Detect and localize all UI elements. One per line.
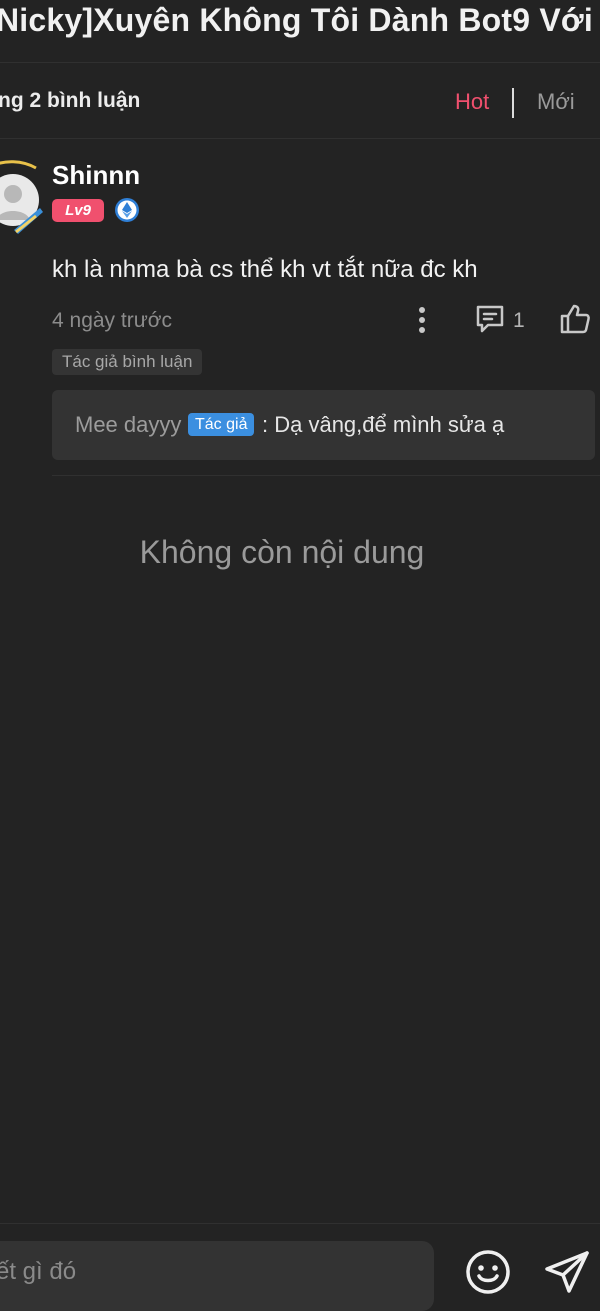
composer-divider bbox=[0, 1223, 600, 1224]
comment-timestamp: 4 ngày trước bbox=[52, 309, 173, 332]
level-badge: Lv9 bbox=[52, 199, 104, 222]
more-options-icon[interactable] bbox=[410, 304, 434, 336]
sort-separator bbox=[512, 88, 514, 118]
sort-divider bbox=[0, 138, 600, 139]
send-icon[interactable] bbox=[543, 1249, 591, 1295]
author-comment-tag: Tác giả bình luận bbox=[52, 349, 203, 375]
author-badge: Tác giả bbox=[188, 413, 255, 436]
avatar[interactable] bbox=[0, 160, 44, 236]
comment-input-placeholder: ết gì đó bbox=[0, 1258, 77, 1285]
emoji-icon[interactable] bbox=[465, 1249, 511, 1295]
header-divider bbox=[0, 62, 600, 63]
reply-icon[interactable] bbox=[474, 303, 506, 335]
comment-divider bbox=[52, 475, 600, 476]
reply-text: : Dạ vâng,để mình sửa ạ bbox=[262, 412, 505, 437]
comment-username[interactable]: Shinnn bbox=[52, 160, 140, 191]
reply-count: 1 bbox=[513, 309, 525, 332]
comment-count: ng 2 bình luận bbox=[0, 89, 141, 112]
page-title: Nicky]Xuyên Không Tôi Dành Bot9 Với T bbox=[0, 2, 600, 38]
reply-author[interactable]: Mee dayyy bbox=[75, 412, 181, 438]
comment-text: kh là nhma bà cs thể kh vt tắt nữa đc kh bbox=[52, 256, 478, 283]
empty-state: Không còn nội dung bbox=[139, 534, 425, 570]
sort-new-tab[interactable]: Mới bbox=[537, 89, 575, 115]
ethereum-badge-icon bbox=[114, 197, 140, 223]
sort-hot-tab[interactable]: Hot bbox=[455, 89, 489, 115]
like-icon[interactable] bbox=[558, 302, 592, 336]
